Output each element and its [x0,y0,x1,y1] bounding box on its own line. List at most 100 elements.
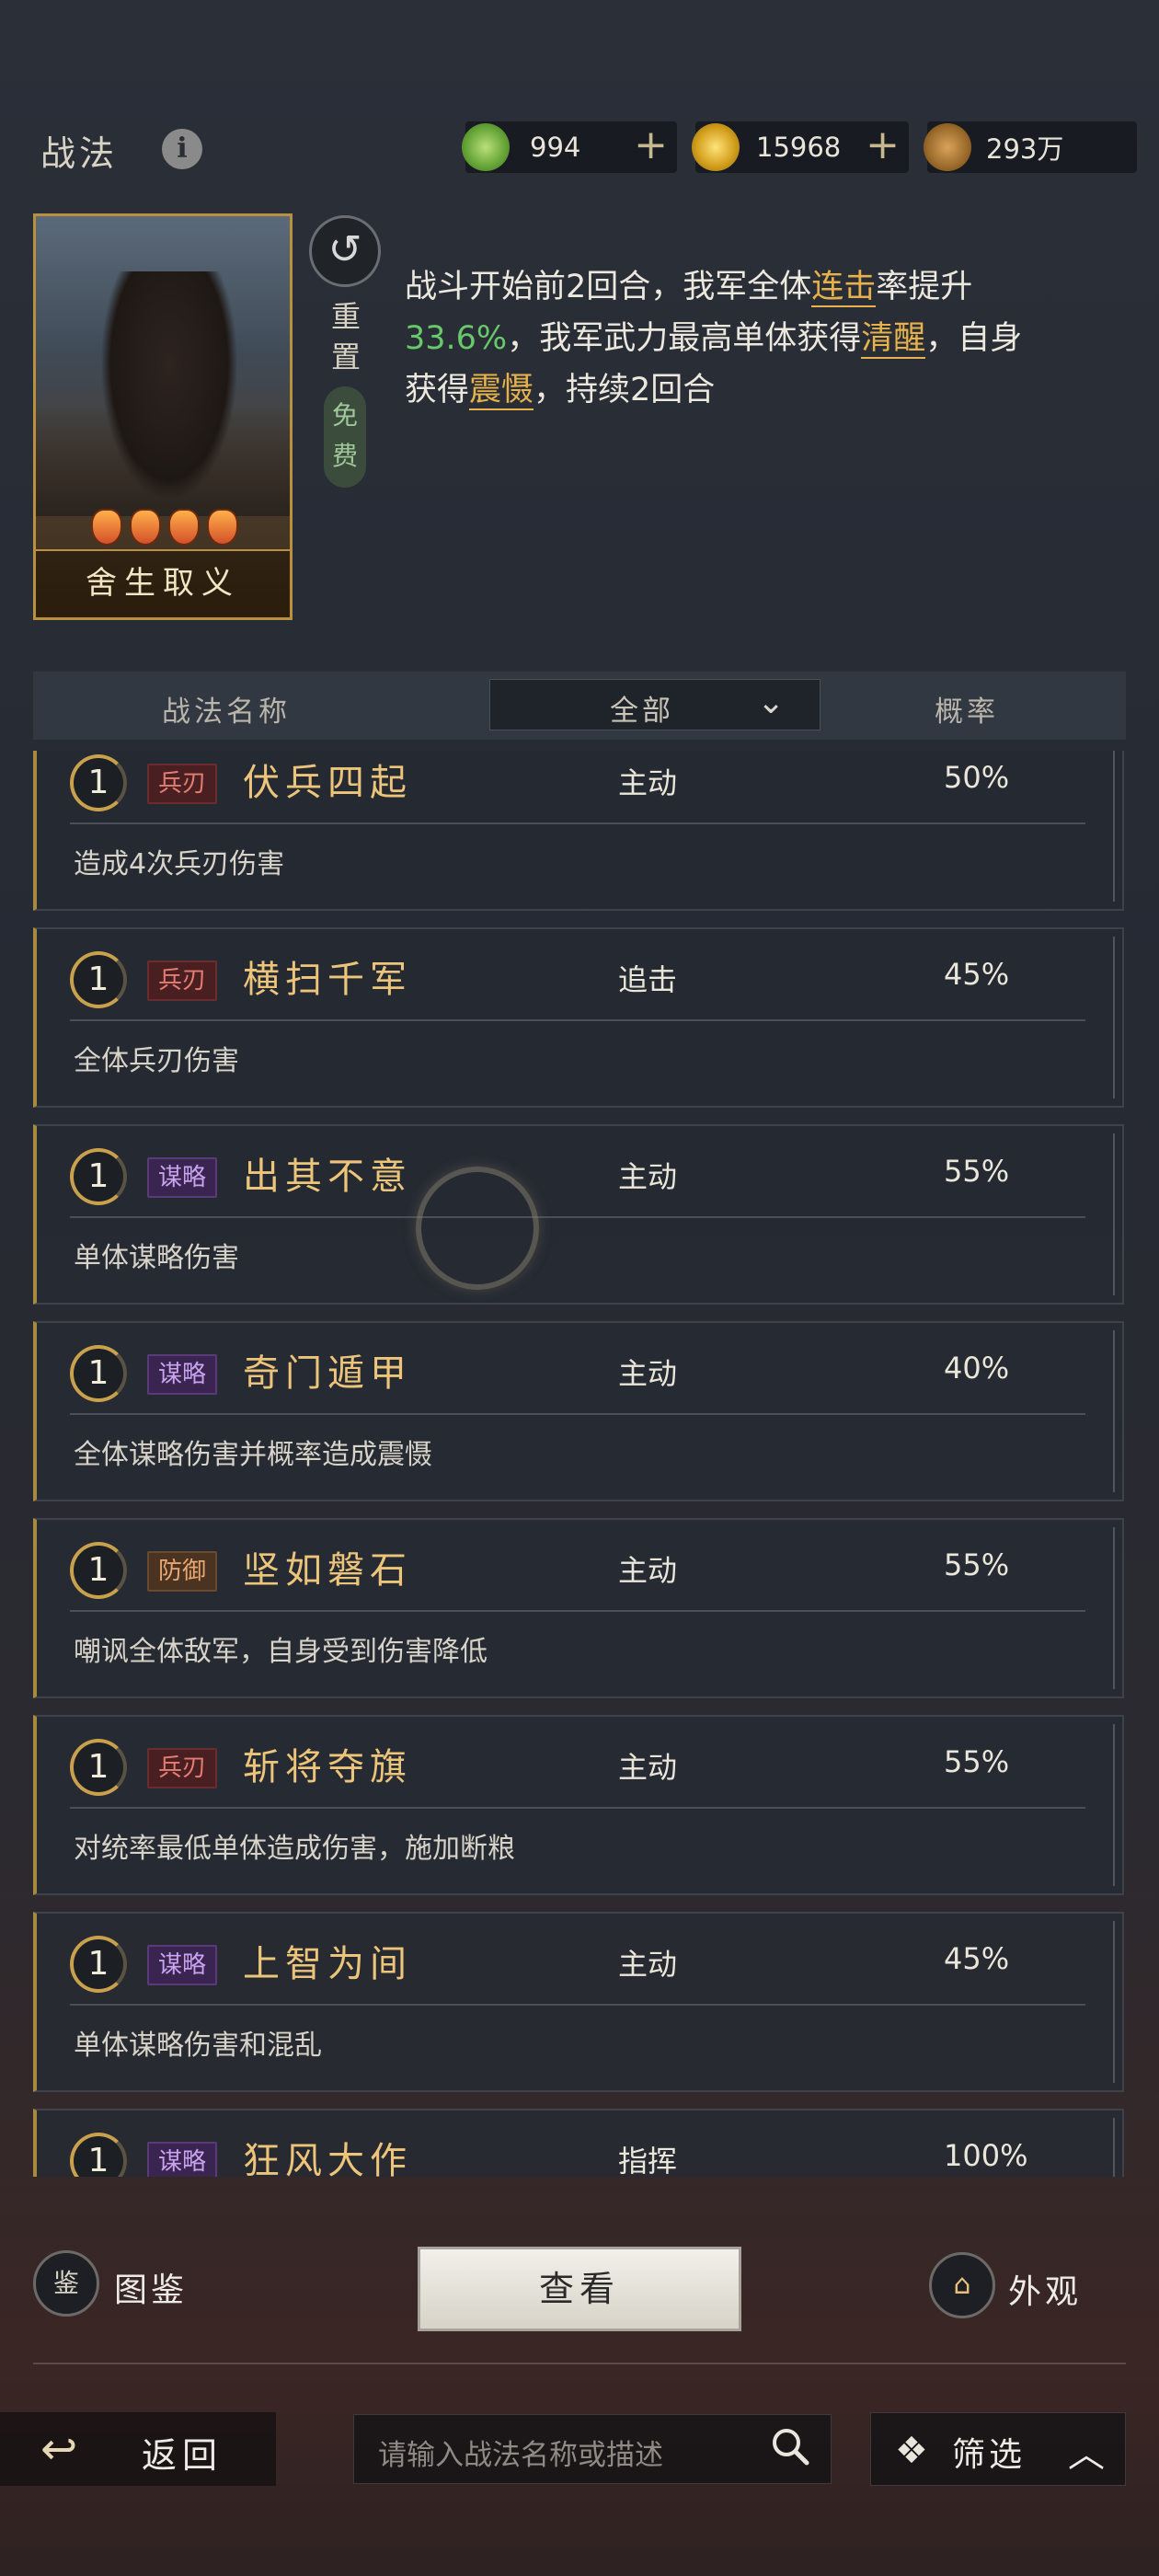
search-input[interactable]: 请输入战法名称或描述 [353,2414,832,2484]
tactic-type: 追击 [618,962,678,997]
filter-button[interactable]: ❖ 筛选 ︿ [870,2412,1126,2486]
card-name-bar: 舍生取义 [36,549,290,617]
row-divider [70,1413,1085,1415]
description-text: ，持续2回合 [534,372,716,408]
currency-jade-value: 994 [530,132,581,163]
tactic-list[interactable]: 1 兵刃 伏兵四起 主动 50% 造成4次兵刃伤害 1 兵刃 横扫千军 追击 45% 全体兵刃伤害 1 谋… [33,751,1126,2177]
divider [33,2363,1126,2364]
back-arrow-icon: ↩ [40,2423,78,2475]
row-divider [70,1019,1085,1021]
codex-icon[interactable]: 鉴 [33,2250,99,2317]
tactic-probability: 100% [944,2138,1028,2173]
tactic-name: 奇门遁甲 [243,1352,412,1395]
tactic-probability: 40% [944,1351,1010,1386]
card-rank-flames [91,509,238,546]
tactic-type: 指挥 [618,2144,678,2177]
tactic-row[interactable]: 1 兵刃 斩将夺旗 主动 55% 对统率最低单体造成伤害，施加断粮 [33,1715,1124,1895]
level-badge: 1 [70,2133,127,2177]
tactic-effect: 单体谋略伤害 [74,1242,239,1274]
tactic-probability: 45% [944,957,1010,992]
reset-button-label[interactable]: 重置 [327,296,364,377]
tactic-effect: 全体谋略伤害并概率造成震慑 [74,1439,432,1471]
loading-spinner-icon [416,1167,539,1290]
column-header-probability: 概率 [935,696,999,729]
description-keyword[interactable]: 震慑 [469,372,534,410]
tactic-row[interactable]: 1 谋略 奇门遁甲 主动 40% 全体谋略伤害并概率造成震慑 [33,1321,1124,1501]
currency-copper: 293万 [924,121,1137,173]
tactic-name: 出其不意 [243,1156,412,1198]
tactic-name: 伏兵四起 [243,762,412,804]
tactic-row[interactable]: 1 谋略 狂风大作 指挥 100% [33,2109,1124,2177]
add-jade-button[interactable]: + [634,125,668,166]
currency-jade: 994 + [462,121,677,173]
tactic-name: 斩将夺旗 [243,1746,412,1788]
flame-icon [207,509,238,546]
tactic-row[interactable]: 1 谋略 出其不意 主动 55% 单体谋略伤害 [33,1124,1124,1305]
tactic-effect: 全体兵刃伤害 [74,1045,239,1077]
description-keyword[interactable]: 清醒 [861,320,926,359]
tactic-type: 主动 [618,1553,678,1588]
description-keyword[interactable]: 连击 [811,269,877,307]
codex-button[interactable]: 图鉴 [114,2263,188,2311]
chevron-up-icon: ︿ [1068,2433,1105,2476]
tactic-category-tag: 兵刃 [147,764,218,804]
level-badge: 1 [70,754,127,811]
description-text: 率提升 [876,269,973,305]
currency-gold: 15968 + [692,121,909,173]
reset-icon[interactable]: ↺ [309,215,381,287]
appearance-icon[interactable]: ⌂ [929,2252,995,2318]
tactic-card[interactable]: 舍生取义 [33,213,293,620]
card-name: 舍生取义 [86,565,240,602]
tactic-type: 主动 [618,1159,678,1194]
level-badge: 1 [70,1148,127,1205]
description-keyword: 33.6% [405,320,508,357]
currency-gold-value: 15968 [756,132,842,163]
tactic-row[interactable]: 1 防御 坚如磐石 主动 55% 嘲讽全体敌军，自身受到伤害降低 [33,1518,1124,1698]
tactic-category-tag: 兵刃 [147,1748,218,1788]
type-filter-dropdown[interactable]: 全部 ⌄ [489,679,820,730]
page-title: 战法 [40,133,119,174]
tactic-name: 狂风大作 [243,2140,412,2177]
flame-icon [91,509,122,546]
back-button[interactable]: ↩ 返回 [0,2412,276,2486]
filter-button-label: 筛选 [952,2436,1027,2474]
row-divider [70,1216,1085,1218]
row-divider [70,822,1085,824]
tactic-row[interactable]: 1 兵刃 横扫千军 追击 45% 全体兵刃伤害 [33,927,1124,1108]
add-gold-button[interactable]: + [866,125,900,166]
gold-coin-icon [692,123,740,171]
jade-coin-icon [462,123,510,171]
info-icon[interactable]: i [162,129,202,169]
tactic-row[interactable]: 1 兵刃 伏兵四起 主动 50% 造成4次兵刃伤害 [33,751,1124,911]
copper-coin-icon [924,123,971,171]
tactic-description: 战斗开始前2回合，我军全体连击率提升33.6%，我军武力最高单体获得清醒，自身获… [405,261,1039,416]
tactic-effect: 嘲讽全体敌军，自身受到伤害降低 [74,1636,488,1668]
row-divider [70,1610,1085,1612]
column-header-name: 战法名称 [162,696,291,729]
tactic-type: 主动 [618,1356,678,1391]
tactic-category-tag: 防御 [147,1551,218,1592]
search-icon[interactable] [768,2424,812,2468]
view-button[interactable]: 查看 [418,2247,741,2331]
tactic-category-tag: 谋略 [147,2142,218,2177]
flame-icon [168,509,200,546]
level-badge: 1 [70,951,127,1008]
filter-icon: ❖ [895,2430,928,2472]
tactic-category-tag: 兵刃 [147,960,218,1001]
tactic-type: 主动 [618,765,678,800]
level-badge: 1 [70,1936,127,1993]
card-art-figure [100,271,238,501]
tactic-probability: 55% [944,1744,1010,1779]
tactic-effect: 单体谋略伤害和混乱 [74,2030,322,2062]
tactic-probability: 50% [944,760,1010,795]
description-text: 战斗开始前2回合，我军全体 [405,269,812,305]
free-badge: 免费 [324,386,366,488]
search-placeholder: 请输入战法名称或描述 [378,2439,663,2472]
tactic-row[interactable]: 1 谋略 上智为间 主动 45% 单体谋略伤害和混乱 [33,1912,1124,2092]
level-badge: 1 [70,1542,127,1599]
appearance-button[interactable]: 外观 [1008,2265,1082,2313]
tactic-effect: 造成4次兵刃伤害 [74,848,285,880]
tactic-category-tag: 谋略 [147,1354,218,1395]
description-text: ，我军武力最高单体获得 [507,320,862,357]
flame-icon [130,509,161,546]
